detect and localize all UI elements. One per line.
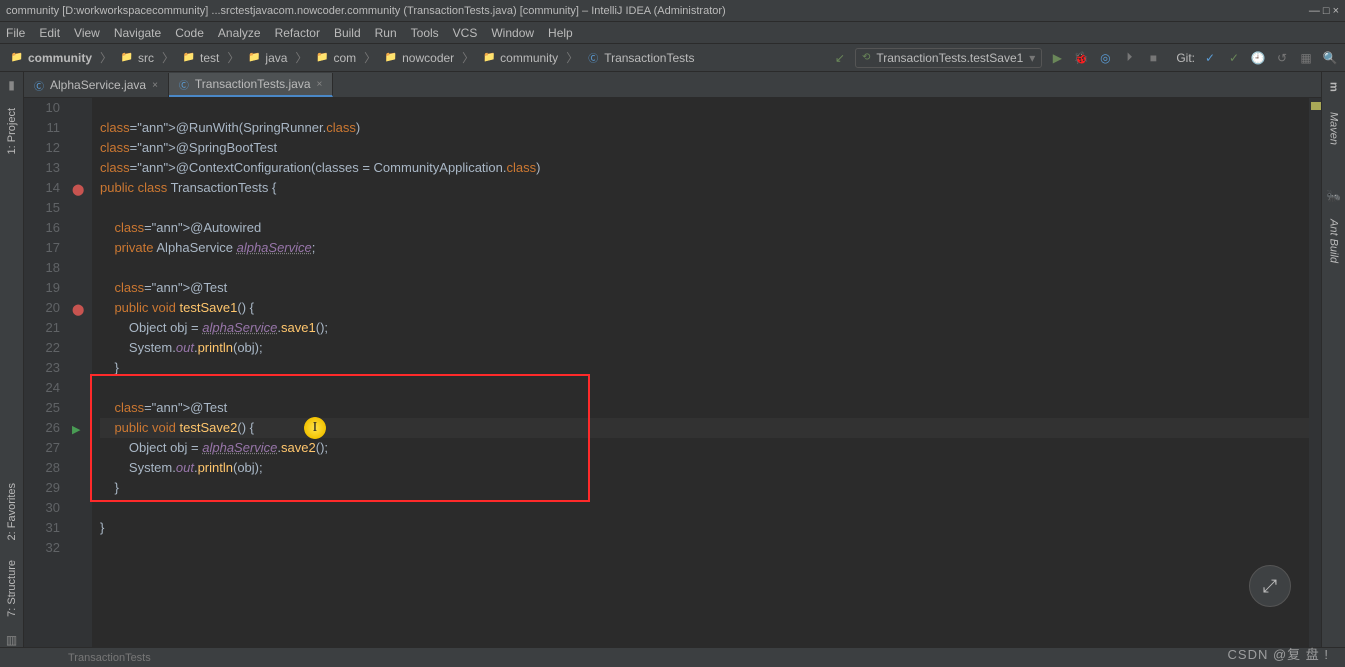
crumb-class[interactable]: ⒸTransactionTests [582,49,698,67]
menu-analyze[interactable]: Analyze [218,26,261,40]
tab-label: AlphaService.java [50,78,146,92]
chevron-right-icon: 〉 [295,49,307,66]
tool-maven-m[interactable]: m [1326,78,1342,96]
window-title: community [D:workworkspacecommunity] ...… [6,5,726,17]
tab-alphaservice[interactable]: Ⓒ AlphaService.java × [24,73,169,97]
menu-file[interactable]: File [6,26,25,40]
git-label: Git: [1176,51,1195,65]
menu-tools[interactable]: Tools [411,26,439,40]
crumb-test[interactable]: 📁test [178,49,223,67]
chevron-right-icon: 〉 [566,49,578,66]
menu-window[interactable]: Window [491,26,534,40]
status-context: TransactionTests [68,652,151,664]
editor-tabbar: Ⓒ AlphaService.java × Ⓒ TransactionTests… [24,72,1321,98]
test-icon: ⟲ [862,52,870,63]
chevron-right-icon: 〉 [462,49,474,66]
chevron-right-icon: 〉 [364,49,376,66]
tool-ant[interactable]: Ant Build [1326,215,1342,267]
folder-icon: 📁 [247,51,261,65]
git-update-icon[interactable]: ✓ [1201,49,1219,67]
chevron-right-icon: 〉 [162,49,174,66]
ide-settings-icon[interactable]: ▦ [1297,49,1315,67]
tab-transactiontests[interactable]: Ⓒ TransactionTests.java × [169,73,333,97]
line-numbers: 1011121314151617181920212223242526272829… [24,98,68,647]
class-icon: Ⓒ [34,78,44,93]
profile-icon[interactable]: ⏵ [1120,49,1138,67]
navbar: 📁community〉 📁src〉 📁test〉 📁java〉 📁com〉 📁n… [0,44,1345,72]
git-history-icon[interactable]: 🕘 [1249,49,1267,67]
crumb-src[interactable]: 📁src [116,49,158,67]
menu-help[interactable]: Help [548,26,573,40]
debug-icon[interactable]: 🐞 [1072,49,1090,67]
menu-build[interactable]: Build [334,26,361,40]
project-tool-icon[interactable]: ▮ [8,78,15,92]
close-icon[interactable]: × [152,80,158,91]
menu-navigate[interactable]: Navigate [114,26,161,40]
crumb-nowcoder[interactable]: 📁nowcoder [380,49,458,67]
chevron-right-icon: 〉 [100,49,112,66]
chevron-right-icon: 〉 [227,49,239,66]
search-everywhere-icon[interactable]: 🔍 [1321,49,1339,67]
folder-icon: 📁 [182,51,196,65]
run-icon[interactable]: ▶ [1048,49,1066,67]
statusbar: TransactionTests [0,647,1345,667]
menu-run[interactable]: Run [375,26,397,40]
code-editor[interactable]: 1011121314151617181920212223242526272829… [24,98,1321,647]
breadcrumbs: 📁community〉 📁src〉 📁test〉 📁java〉 📁com〉 📁n… [6,49,698,67]
titlebar: community [D:workworkspacecommunity] ...… [0,0,1345,22]
menu-code[interactable]: Code [175,26,204,40]
main-area: ▮ 1: Project 2: Favorites 7: Structure ▥… [0,72,1345,647]
class-icon: Ⓒ [179,77,189,92]
tool-project[interactable]: 1: Project [4,104,20,158]
git-commit-icon[interactable]: ✓ [1225,49,1243,67]
chevron-down-icon: ▾ [1029,51,1035,65]
crumb-community-pkg[interactable]: 📁community [478,49,562,67]
class-icon: Ⓒ [586,51,600,65]
git-revert-icon[interactable]: ↺ [1273,49,1291,67]
menubar: File Edit View Navigate Code Analyze Ref… [0,22,1345,44]
right-tool-stripe: m Maven 🐜 Ant Build [1321,72,1345,647]
coverage-icon[interactable]: ◎ [1096,49,1114,67]
tool-maven[interactable]: Maven [1326,108,1342,149]
menu-view[interactable]: View [74,26,100,40]
build-icon[interactable]: ↙ [831,49,849,67]
toolbar-right: ↙ ⟲ TransactionTests.testSave1 ▾ ▶ 🐞 ◎ ⏵… [831,48,1339,68]
scrollbar-marks[interactable] [1309,98,1321,647]
folder-icon: 📁 [10,51,24,65]
code-content[interactable]: class="ann">@RunWith(SpringRunner.class)… [92,98,1321,647]
crumb-java[interactable]: 📁java [243,49,291,67]
ant-icon[interactable]: 🐜 [1326,189,1341,203]
folder-icon: 📁 [120,51,134,65]
left-tool-stripe: ▮ 1: Project 2: Favorites 7: Structure ▥ [0,72,24,647]
tab-label: TransactionTests.java [195,77,311,91]
window-controls[interactable]: — □ × [1309,5,1339,17]
folder-icon: 📁 [315,51,329,65]
warning-mark[interactable] [1311,102,1321,110]
expand-tool-icon[interactable]: ▥ [6,633,17,647]
watermark: CSDN @复 盘 ! [1228,644,1329,663]
folder-icon: 📁 [482,51,496,65]
run-config-label: TransactionTests.testSave1 [876,51,1023,65]
menu-edit[interactable]: Edit [39,26,60,40]
run-config-selector[interactable]: ⟲ TransactionTests.testSave1 ▾ [855,48,1042,68]
close-icon[interactable]: × [317,79,323,90]
folder-icon: 📁 [384,51,398,65]
menu-vcs[interactable]: VCS [453,26,478,40]
crumb-com[interactable]: 📁com [311,49,360,67]
crumb-community[interactable]: 📁community [6,49,96,67]
reader-mode-button[interactable]: ⤢ [1249,565,1291,607]
menu-refactor[interactable]: Refactor [275,26,320,40]
stop-icon[interactable]: ■ [1144,49,1162,67]
tool-structure[interactable]: 7: Structure [4,556,20,621]
editor-area: Ⓒ AlphaService.java × Ⓒ TransactionTests… [24,72,1321,647]
gutter-icons: ⬤⬤▶ [68,98,92,647]
tool-favorites[interactable]: 2: Favorites [4,479,20,544]
